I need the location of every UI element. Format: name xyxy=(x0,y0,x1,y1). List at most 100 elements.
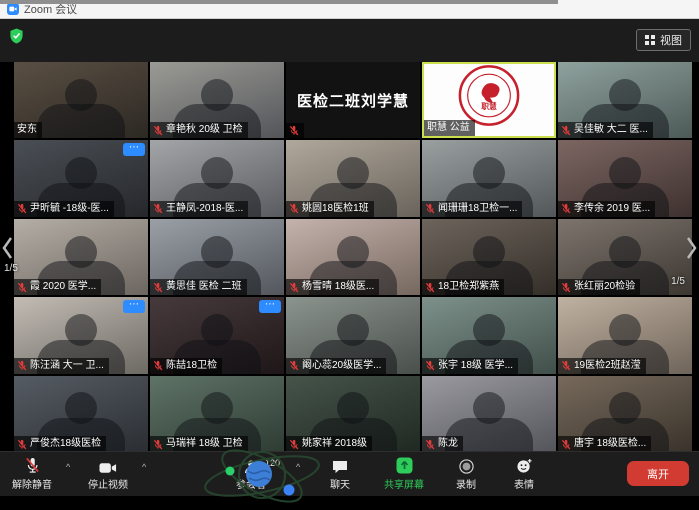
meeting-toolbar: 解除静音 ^ 停止视频 ^ 120 参会者 ^ 聊天 xyxy=(0,451,699,496)
video-tile[interactable]: 杨雪晴 18级医... xyxy=(286,219,420,295)
video-tile[interactable]: 李传余 2019 医... xyxy=(558,140,692,216)
participant-name-label: 陈喆18卫检 xyxy=(166,360,217,372)
participant-nameplate: 章艳秋 20级 卫检 xyxy=(150,122,248,138)
participant-nameplate: 职慧 公益 xyxy=(424,120,475,136)
video-tile[interactable]: 霞 2020 医学... xyxy=(14,219,148,295)
background-window-edge xyxy=(0,0,558,4)
zoom-meeting-window: Zoom 会议 视图 安东章艳秋 20级 卫检医检二班刘学慧职慧职慧 公益吴佳敏… xyxy=(0,0,699,496)
video-grid: 安东章艳秋 20级 卫检医检二班刘学慧职慧职慧 公益吴佳敏 大二 医...⋯尹昕… xyxy=(14,62,692,452)
prev-page-button[interactable] xyxy=(0,228,14,268)
more-options-button[interactable]: ⋯ xyxy=(123,143,145,156)
share-screen-label: 共享屏幕 xyxy=(384,476,424,491)
participants-options-chevron[interactable]: ^ xyxy=(296,462,300,472)
muted-mic-icon xyxy=(425,439,435,450)
participant-nameplate: 陈龙 xyxy=(422,436,463,452)
video-tile[interactable]: 章艳秋 20级 卫检 xyxy=(150,62,284,138)
stop-video-button[interactable]: 停止视频 xyxy=(88,456,128,491)
video-tile[interactable]: 唐宇 18级医检... xyxy=(558,376,692,452)
video-tile[interactable]: 18卫检郑紫燕 xyxy=(422,219,556,295)
view-button[interactable]: 视图 xyxy=(636,29,691,51)
participant-name-label: 马瑞祥 18级 卫检 xyxy=(166,438,243,450)
security-shield-icon[interactable] xyxy=(9,28,24,49)
muted-mic-icon xyxy=(25,456,40,474)
participant-nameplate: 闻珊珊18卫检一... xyxy=(422,201,522,217)
next-page-button[interactable] xyxy=(685,228,699,268)
chevron-left-icon xyxy=(2,237,12,259)
participant-nameplate: 陈喆18卫检 xyxy=(150,358,222,374)
more-options-button[interactable]: ⋯ xyxy=(123,300,145,313)
video-tile[interactable]: 吴佳敏 大二 医... xyxy=(558,62,692,138)
participant-nameplate: 黄思佳 医检 二班 xyxy=(150,279,247,295)
participants-button[interactable]: 120 参会者 xyxy=(236,456,266,491)
stop-video-label: 停止视频 xyxy=(88,476,128,491)
grid-view-icon xyxy=(645,35,655,45)
video-tile[interactable]: 王静凤-2018-医... xyxy=(150,140,284,216)
record-icon xyxy=(459,456,474,474)
video-tile[interactable]: ⋯ 尹昕毓 -18级-医... xyxy=(14,140,148,216)
participant-nameplate: 安东 xyxy=(14,122,42,138)
muted-mic-icon xyxy=(17,203,27,214)
video-tile[interactable]: ⋯ 陈喆18卫检 xyxy=(150,297,284,373)
participant-name-label: 姚家祥 2018级 xyxy=(302,438,367,450)
video-options-chevron[interactable]: ^ xyxy=(142,462,146,472)
more-options-button[interactable]: ⋯ xyxy=(259,300,281,313)
participant-nameplate: 吴佳敏 大二 医... xyxy=(558,122,653,138)
record-label: 录制 xyxy=(456,476,476,491)
participant-name-label: 严俊杰18级医检 xyxy=(30,438,101,450)
muted-mic-icon xyxy=(153,203,163,214)
chat-bubble-icon xyxy=(332,456,348,474)
participant-nameplate: 张宇 18级 医学... xyxy=(422,358,518,374)
participant-name-label: 霞 2020 医学... xyxy=(30,281,96,293)
muted-mic-icon xyxy=(425,360,435,371)
video-tile[interactable]: 职慧职慧 公益 xyxy=(422,62,556,138)
share-screen-icon xyxy=(396,456,413,474)
participant-nameplate: 霞 2020 医学... xyxy=(14,279,101,295)
video-tile[interactable]: 马瑞祥 18级 卫检 xyxy=(150,376,284,452)
video-tile[interactable]: 姚家祥 2018级 xyxy=(286,376,420,452)
participant-name-label: 张红丽20检验 xyxy=(574,281,635,293)
muted-mic-icon xyxy=(289,360,299,371)
participant-nameplate xyxy=(286,123,304,138)
muted-mic-icon xyxy=(561,203,571,214)
participant-name-label: 尹昕毓 -18级-医... xyxy=(30,203,109,215)
svg-text:职慧: 职慧 xyxy=(481,101,497,111)
participant-nameplate: 马瑞祥 18级 卫检 xyxy=(150,436,248,452)
video-tile[interactable]: 陈龙 xyxy=(422,376,556,452)
video-tile[interactable]: 张宇 18级 医学... xyxy=(422,297,556,373)
muted-mic-icon xyxy=(17,282,27,293)
muted-mic-icon xyxy=(289,282,299,293)
share-screen-button[interactable]: 共享屏幕 xyxy=(384,456,424,491)
muted-mic-icon xyxy=(561,125,571,136)
participant-name-label: 19医检2班赵滢 xyxy=(574,360,641,372)
participants-count-badge: 120 xyxy=(265,458,280,468)
reactions-label: 表情 xyxy=(514,476,534,491)
participant-nameplate: 19医检2班赵滢 xyxy=(558,358,646,374)
video-tile[interactable]: 黄思佳 医检 二班 xyxy=(150,219,284,295)
video-tile[interactable]: 医检二班刘学慧 xyxy=(286,62,420,138)
participant-nameplate: 陈汪涵 大一 卫... xyxy=(14,358,109,374)
video-tile[interactable]: 安东 xyxy=(14,62,148,138)
unmute-button[interactable]: 解除静音 xyxy=(12,456,52,491)
record-button[interactable]: 录制 xyxy=(456,456,476,491)
video-camera-icon xyxy=(99,456,117,474)
participant-name-label: 闻珊珊18卫检一... xyxy=(438,203,517,215)
audio-options-chevron[interactable]: ^ xyxy=(66,462,70,472)
leave-meeting-button[interactable]: 离开 xyxy=(627,461,689,486)
video-tile[interactable]: 闻珊珊18卫检一... xyxy=(422,140,556,216)
participant-name-label: 吴佳敏 大二 医... xyxy=(574,124,648,136)
participant-nameplate: 18卫检郑紫燕 xyxy=(422,279,504,295)
video-tile[interactable]: 姚圆18医检1班 xyxy=(286,140,420,216)
video-tile[interactable]: 19医检2班赵滢 xyxy=(558,297,692,373)
chat-label: 聊天 xyxy=(330,476,350,491)
video-tile[interactable]: 阚心蕊20级医学... xyxy=(286,297,420,373)
video-tile[interactable]: 严俊杰18级医检 xyxy=(14,376,148,452)
muted-mic-icon xyxy=(153,439,163,450)
video-tile[interactable]: ⋯ 陈汪涵 大一 卫... xyxy=(14,297,148,373)
chat-button[interactable]: 聊天 xyxy=(330,456,350,491)
muted-mic-icon xyxy=(289,125,299,136)
page-indicator-left: 1/5 xyxy=(4,263,18,274)
reactions-button[interactable]: 表情 xyxy=(514,456,534,491)
career-intelligence-seal-logo: 职慧 xyxy=(457,64,521,128)
participant-name-label: 阚心蕊20级医学... xyxy=(302,360,381,372)
participant-name-label: 杨雪晴 18级医... xyxy=(302,281,374,293)
